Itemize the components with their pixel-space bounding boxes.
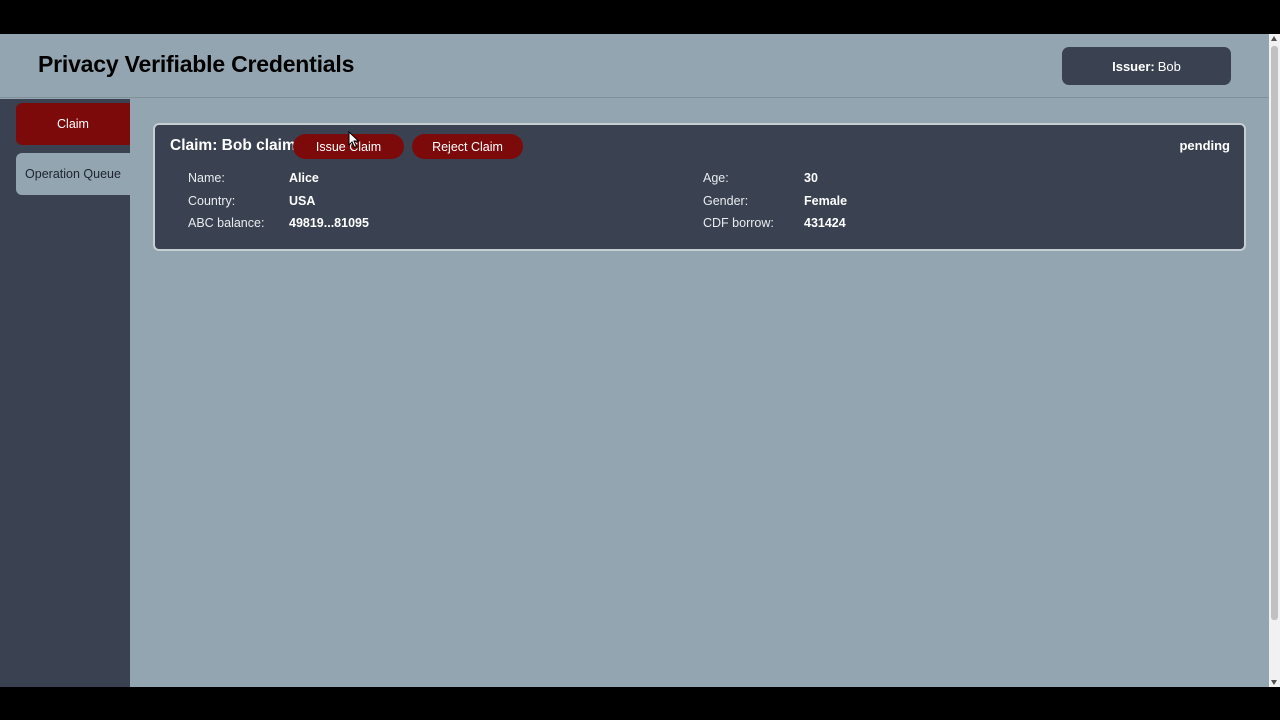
field-value-abc-balance: 49819...81095: [289, 216, 369, 230]
issuer-name: Bob: [1157, 58, 1181, 74]
field-value-name: Alice: [289, 171, 319, 185]
vertical-scrollbar[interactable]: [1269, 34, 1280, 687]
field-value-cdf-borrow: 431424: [804, 216, 846, 230]
field-value-gender: Female: [804, 194, 848, 208]
browser-viewport: Privacy Verifiable Credentials Issuer: B…: [0, 34, 1280, 687]
letterbox-top: [0, 0, 1280, 34]
sidebar-item-label: Operation Queue: [25, 167, 121, 181]
claim-card: Claim: Bob claim Issue Claim Reject Clai…: [153, 123, 1246, 251]
field-label-age: Age:: [703, 171, 729, 185]
field-label-country: Country:: [188, 194, 236, 208]
app-title: Privacy Verifiable Credentials: [38, 51, 355, 77]
status-badge: pending: [1179, 138, 1230, 153]
app-header: Privacy Verifiable Credentials Issuer: B…: [0, 34, 1269, 98]
field-label-abc-balance: ABC balance:: [188, 216, 265, 230]
claim-title: Claim: Bob claim: [170, 137, 296, 154]
main-content: Claim: Bob claim Issue Claim Reject Clai…: [130, 99, 1269, 687]
field-label-cdf-borrow: CDF borrow:: [703, 216, 774, 230]
scroll-up-icon[interactable]: [1271, 36, 1277, 41]
field-label-name: Name:: [188, 171, 225, 185]
scroll-thumb[interactable]: [1271, 46, 1278, 620]
field-value-age: 30: [804, 171, 818, 185]
sidebar-item-claim[interactable]: Claim: [16, 103, 130, 145]
mouse-cursor-icon: [348, 131, 360, 149]
field-value-country: USA: [289, 194, 316, 208]
issuer-label: Issuer:: [1112, 58, 1155, 74]
sidebar: Claim Operation Queue: [0, 99, 130, 687]
letterbox-bottom: [0, 687, 1280, 720]
sidebar-item-operation-queue[interactable]: Operation Queue: [16, 153, 130, 195]
sidebar-item-label: Claim: [57, 117, 89, 131]
issuer-badge: Issuer: Bob: [1062, 47, 1231, 85]
field-label-gender: Gender:: [703, 194, 749, 208]
scroll-down-icon[interactable]: [1271, 680, 1277, 685]
reject-claim-button[interactable]: Reject Claim: [412, 134, 523, 159]
